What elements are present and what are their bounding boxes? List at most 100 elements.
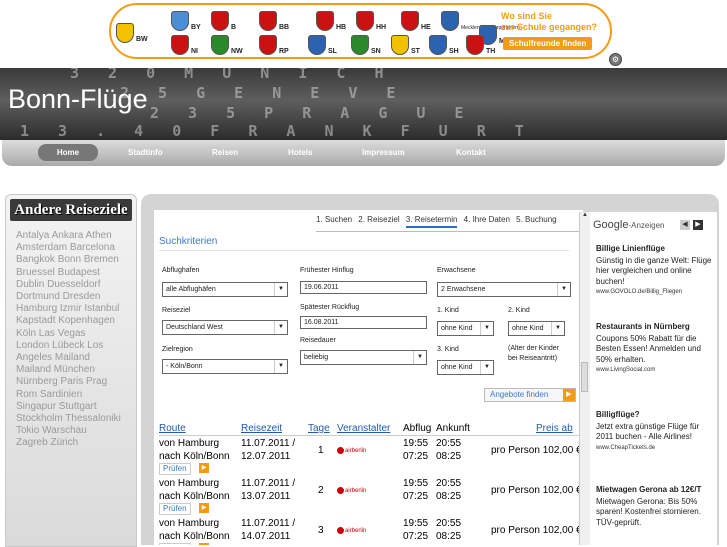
destination-link[interactable]: Angeles Mailand	[16, 352, 134, 364]
col-preis[interactable]: Preis ab	[536, 423, 573, 434]
ad-url[interactable]: www.LivingSocial.com	[596, 365, 714, 376]
col-veranstalter[interactable]: Veranstalter	[337, 423, 390, 434]
state-crest-14[interactable]: ST	[391, 35, 420, 55]
region-select[interactable]: - Köln/Bonn ▼	[162, 359, 288, 374]
state-crest-2[interactable]: B	[211, 11, 236, 31]
earliest-departure-input[interactable]: 19.06.2011	[300, 281, 427, 294]
coat-of-arms-icon	[211, 11, 229, 31]
state-crest-3[interactable]: BB	[259, 11, 289, 31]
nav-home[interactable]: Home	[38, 144, 98, 161]
destination-link[interactable]: Nürnberg Paris Prag	[16, 376, 134, 388]
check-button[interactable]: Prüfen	[159, 503, 191, 515]
banner-message: Wo sind Sie zur Schule gegangen?	[501, 11, 597, 33]
nav-reisen[interactable]: Reisen	[212, 148, 238, 157]
state-crest-6[interactable]: HE	[401, 11, 431, 31]
nav-kontakt[interactable]: Kontakt	[456, 148, 486, 157]
departure-board-row: 2 3 5 P R A G U E	[150, 104, 474, 122]
nav-hotels[interactable]: Hotels	[288, 148, 312, 157]
state-code: NW	[231, 48, 243, 55]
ad-item[interactable]: Mietwagen Gerona ab 12€/T Mietwagen Geron…	[596, 485, 714, 528]
state-crest-5[interactable]: HH	[356, 11, 386, 31]
latest-return-input[interactable]: 16.08.2011	[300, 316, 427, 329]
col-tage[interactable]: Tage	[308, 423, 330, 434]
ad-title[interactable]: Billigflüge?	[596, 410, 714, 421]
state-crest-15[interactable]: SH	[429, 35, 459, 55]
booking-content: 1. Suchen 2. Reiseziel 3. Reisetermin 4.…	[154, 210, 583, 545]
children-age-note: (Alter der Kinder bei Reiseantritt)	[508, 344, 559, 364]
destination-link[interactable]: Antalya Ankara Athen	[16, 230, 134, 242]
adults-select[interactable]: 2 Erwachsene ▼	[437, 282, 571, 297]
route-from: von Hamburg	[159, 478, 220, 489]
col-route[interactable]: Route	[159, 423, 186, 434]
state-crest-13[interactable]: SN	[351, 35, 381, 55]
state-crest-16[interactable]: TH	[466, 35, 495, 55]
destination-link[interactable]: Bruessel Budapest	[16, 267, 134, 279]
ad-title[interactable]: Billige Linienflüge	[596, 244, 714, 255]
step-suchen[interactable]: 1. Suchen	[316, 215, 352, 224]
arrow-right-icon[interactable]: ▶	[199, 503, 209, 513]
departure-time: 19:55	[403, 478, 429, 489]
scroll-thumb[interactable]	[581, 362, 588, 392]
destination-link[interactable]: Köln Las Vegas	[16, 328, 134, 340]
scroll-up-icon[interactable]: ▲	[580, 212, 590, 222]
departure-time: 19:55	[403, 438, 429, 449]
duration-select[interactable]: beliebig ▼	[300, 350, 427, 365]
ads-prev-icon[interactable]: ◀	[680, 220, 690, 230]
destination-link[interactable]: Amsterdam Barcelona	[16, 242, 134, 254]
state-crest-9[interactable]: NI	[171, 35, 198, 55]
destination-link[interactable]: Bangkok Bonn Bremen	[16, 254, 134, 266]
child3-select[interactable]: ohne Kind ▼	[437, 360, 494, 375]
content-scrollbar[interactable]: ▲	[579, 212, 590, 545]
chevron-down-icon: ▼	[480, 361, 493, 374]
col-reisezeit[interactable]: Reisezeit	[241, 423, 282, 434]
destination-link[interactable]: Hamburg Izmir Istanbul	[16, 303, 134, 315]
nav-impressum[interactable]: Impressum	[362, 148, 405, 157]
state-crest-1[interactable]: BY	[171, 11, 201, 31]
child2-select[interactable]: ohne Kind ▼	[508, 321, 565, 336]
destination-link[interactable]: London Lübeck Los	[16, 340, 134, 352]
coat-of-arms-icon	[441, 11, 459, 31]
step-reisetermin[interactable]: 3. Reisetermin	[405, 215, 458, 228]
step-reiseziel[interactable]: 2. Reiseziel	[358, 215, 399, 224]
state-crest-4[interactable]: HB	[316, 11, 346, 31]
destination-link[interactable]: Tokio Warschau	[16, 425, 134, 437]
check-button[interactable]: Prüfen	[159, 463, 191, 475]
destination-link[interactable]: Singapur Stuttgart	[16, 401, 134, 413]
find-offers-button[interactable]: Angebote finden ▶	[484, 388, 576, 402]
state-code: B	[231, 24, 237, 31]
destination-select[interactable]: Deutschland West ▼	[162, 320, 288, 335]
children-age-note-line1: (Alter der Kinder	[508, 345, 559, 352]
destination-link[interactable]: Zagreb Zürich	[16, 437, 134, 449]
state-crest-12[interactable]: SL	[308, 35, 337, 55]
settings-icon[interactable]: ⚙	[609, 53, 622, 66]
ad-item[interactable]: Billigflüge? Jetzt extra günstige Flüge f…	[596, 410, 714, 453]
ad-item[interactable]: Billige Linienflüge Günstig in die ganze …	[596, 244, 714, 298]
ads-next-icon[interactable]: ▶	[693, 220, 703, 230]
travel-date-back: 14.07.2011	[241, 531, 291, 542]
destination-link[interactable]: Kapstadt Kopenhagen	[16, 315, 134, 327]
state-crest-10[interactable]: NW	[211, 35, 243, 55]
ad-title[interactable]: Mietwagen Gerona ab 12€/T	[596, 485, 714, 496]
state-crest-11[interactable]: RP	[259, 35, 289, 55]
destination-link[interactable]: Rom Sardinien	[16, 389, 134, 401]
child1-select[interactable]: ohne Kind ▼	[437, 321, 494, 336]
state-crest-0[interactable]: BW	[116, 23, 148, 43]
duration-label: Reisedauer	[300, 337, 336, 344]
route-to: nach Köln/Bonn	[159, 531, 230, 542]
ad-title[interactable]: Restaurants in Nürnberg	[596, 322, 714, 333]
destination-link[interactable]: Stockholm Thessaloniki	[16, 413, 134, 425]
school-friends-banner[interactable]: BWBYBBBHBHHHEMecklenburg VorpommernMVNIN…	[109, 3, 612, 59]
nav-stadtinfo[interactable]: Stadtinfo	[128, 148, 163, 157]
destination-link[interactable]: Dortmund Dresden	[16, 291, 134, 303]
destination-link[interactable]: Dublin Duesseldorf	[16, 279, 134, 291]
banner-message-line1: Wo sind Sie	[501, 11, 552, 21]
ad-url[interactable]: www.GOVOLO.de/Billig_Fliegen	[596, 287, 714, 298]
ad-url[interactable]: www.CheapTickets.de	[596, 443, 714, 454]
ad-item[interactable]: Restaurants in Nürnberg Coupons 50% Rabat…	[596, 322, 714, 376]
step-ihre-daten[interactable]: 4. Ihre Daten	[464, 215, 510, 224]
destination-link[interactable]: Mailand München	[16, 364, 134, 376]
departure-airport-select[interactable]: alle Abflughäfen ▼	[162, 282, 288, 297]
step-buchung[interactable]: 5. Buchung	[516, 215, 556, 224]
arrow-right-icon[interactable]: ▶	[199, 463, 209, 473]
find-school-friends-button[interactable]: Schulfreunde finden	[503, 37, 593, 50]
